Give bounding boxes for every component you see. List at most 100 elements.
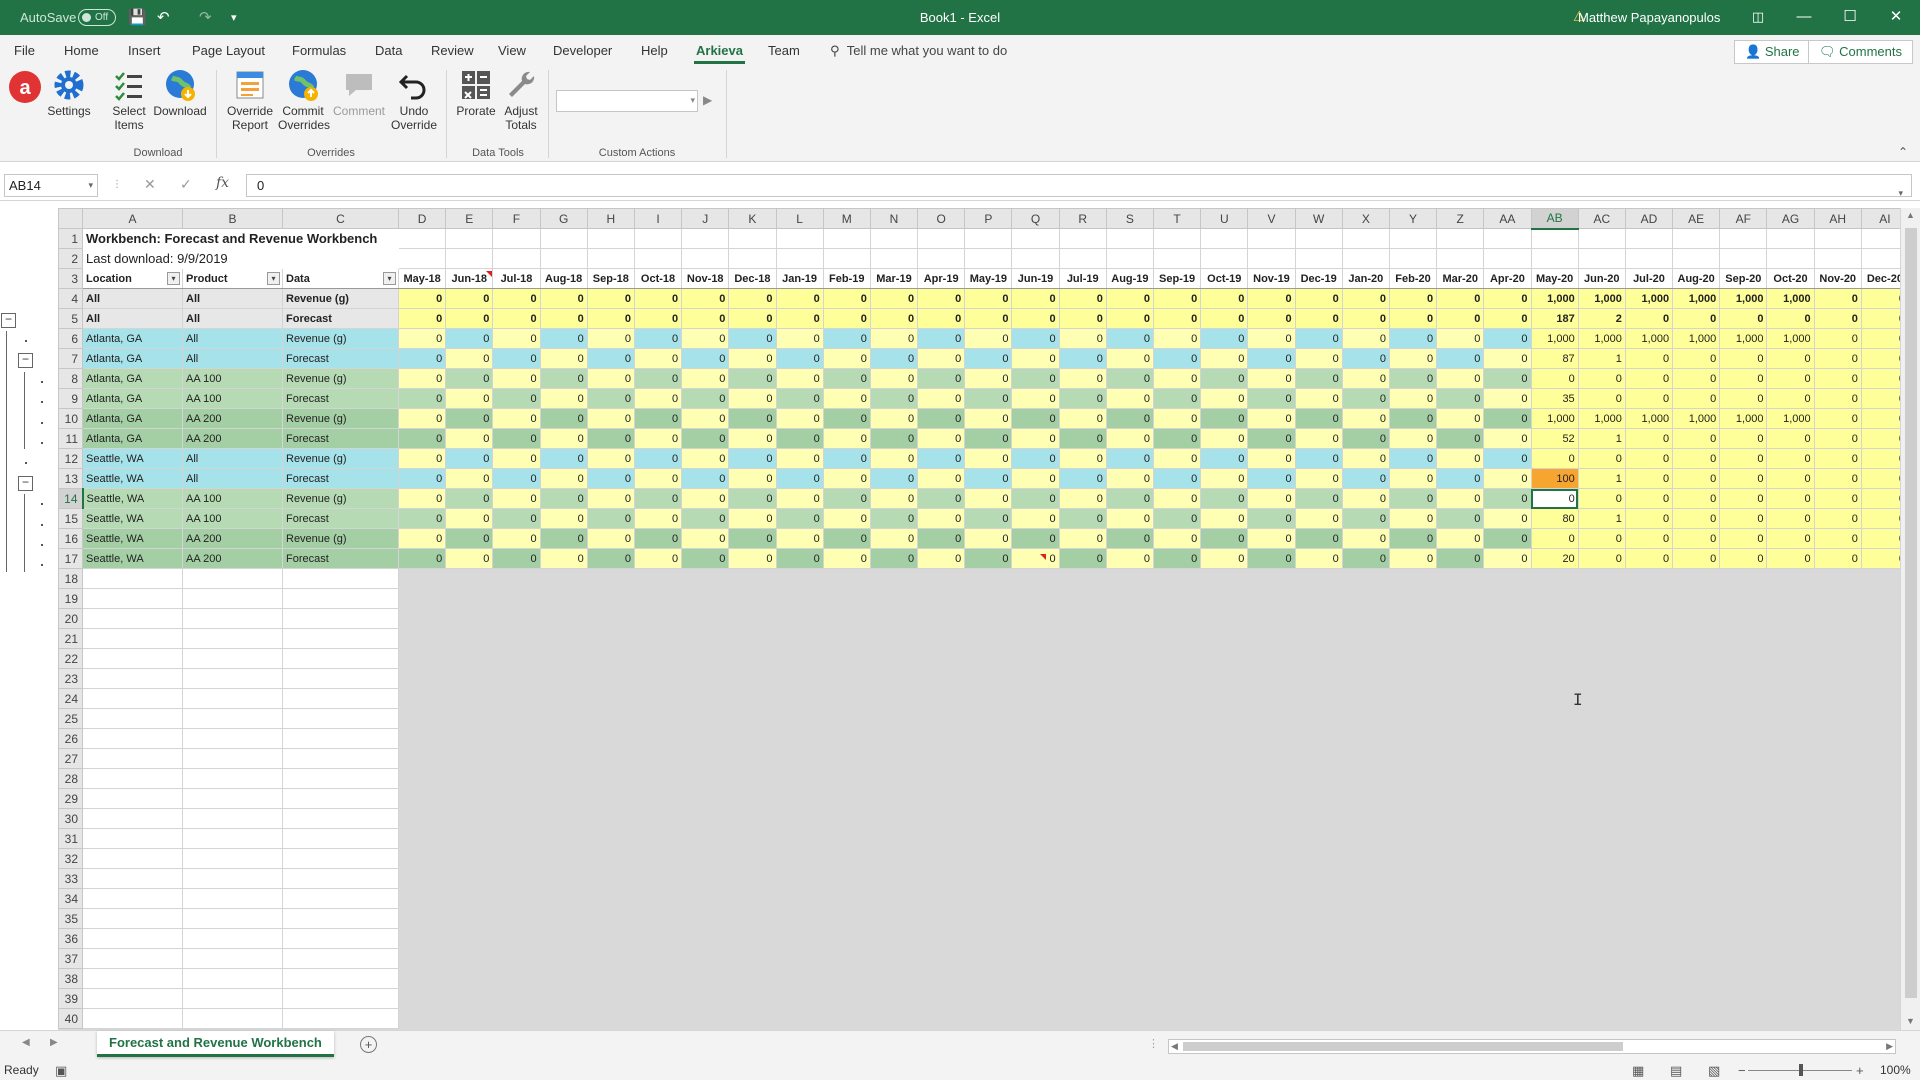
value-cell[interactable]: 0 xyxy=(633,308,683,329)
cell[interactable] xyxy=(1436,808,1485,829)
cell[interactable] xyxy=(1388,668,1438,689)
cell[interactable] xyxy=(1860,588,1900,609)
cell[interactable] xyxy=(1624,688,1674,709)
row-header[interactable]: 19 xyxy=(58,588,83,609)
cell[interactable] xyxy=(1624,828,1674,849)
value-cell[interactable]: 0 xyxy=(1200,308,1249,329)
value-cell[interactable]: 0 xyxy=(964,408,1013,429)
value-cell[interactable]: 0 xyxy=(1011,308,1060,329)
value-cell[interactable]: 0 xyxy=(1247,328,1296,349)
cell[interactable] xyxy=(1436,828,1485,849)
value-cell[interactable]: 0 xyxy=(397,428,447,449)
cell[interactable] xyxy=(282,588,399,609)
user-name[interactable]: Matthew Papayanopulos xyxy=(1578,10,1720,25)
value-cell[interactable]: 0 xyxy=(1766,368,1815,389)
value-cell[interactable]: 0 xyxy=(539,528,588,549)
cell[interactable] xyxy=(492,808,541,829)
column-header[interactable]: AH xyxy=(1813,208,1862,229)
cell[interactable] xyxy=(1341,848,1390,869)
cell[interactable] xyxy=(586,928,635,949)
cell[interactable] xyxy=(539,228,588,249)
value-cell[interactable]: 0 xyxy=(1247,428,1296,449)
cell[interactable] xyxy=(869,748,919,769)
cell[interactable] xyxy=(82,568,183,589)
value-cell[interactable]: 0 xyxy=(1200,428,1249,449)
cell[interactable] xyxy=(1200,628,1249,649)
cell[interactable] xyxy=(1341,788,1390,809)
data-type-cell[interactable]: Revenue (g) xyxy=(282,328,399,349)
value-cell[interactable]: 0 xyxy=(1672,508,1721,529)
cell[interactable] xyxy=(1200,608,1249,629)
cell[interactable] xyxy=(182,708,283,729)
cell[interactable] xyxy=(1105,928,1155,949)
cell[interactable] xyxy=(869,568,919,589)
undo-override-button[interactable]: Undo Override xyxy=(390,68,438,132)
cell[interactable] xyxy=(397,948,447,969)
value-cell[interactable]: 0 xyxy=(964,508,1013,529)
cell[interactable] xyxy=(681,608,730,629)
cell[interactable] xyxy=(681,948,730,969)
cell[interactable] xyxy=(1152,588,1202,609)
cell[interactable] xyxy=(1672,908,1721,929)
cell[interactable] xyxy=(1152,948,1202,969)
value-cell[interactable]: 0 xyxy=(1388,288,1438,309)
cell[interactable] xyxy=(917,948,966,969)
data-type-cell[interactable]: Revenue (g) xyxy=(282,488,399,509)
cell[interactable] xyxy=(1011,768,1060,789)
value-cell[interactable]: 0 xyxy=(1483,428,1532,449)
column-header[interactable]: AC xyxy=(1577,208,1626,229)
cell[interactable] xyxy=(1624,708,1674,729)
cell[interactable] xyxy=(1105,988,1155,1009)
cell[interactable] xyxy=(1341,828,1390,849)
cell[interactable] xyxy=(492,848,541,869)
column-header[interactable]: G xyxy=(539,208,588,229)
cell[interactable] xyxy=(586,748,635,769)
value-cell[interactable]: 1,000 xyxy=(1719,328,1768,349)
month-header[interactable]: Aug-20 xyxy=(1672,268,1721,289)
value-cell[interactable]: 0 xyxy=(1341,368,1390,389)
cell[interactable] xyxy=(775,748,824,769)
cell[interactable] xyxy=(681,648,730,669)
value-cell[interactable]: 0 xyxy=(1058,328,1107,349)
cell[interactable] xyxy=(182,888,283,909)
column-header[interactable]: T xyxy=(1152,208,1202,229)
cell[interactable] xyxy=(1058,228,1107,249)
cell[interactable] xyxy=(1341,568,1390,589)
cell[interactable] xyxy=(1152,688,1202,709)
value-cell[interactable]: 0 xyxy=(1200,548,1249,569)
value-cell[interactable]: 0 xyxy=(1011,548,1060,569)
cell[interactable] xyxy=(775,768,824,789)
cell[interactable] xyxy=(964,908,1013,929)
value-cell[interactable]: 0 xyxy=(728,388,777,409)
row-header[interactable]: 28 xyxy=(58,768,83,789)
value-cell[interactable]: 0 xyxy=(917,288,966,309)
cell[interactable] xyxy=(1247,628,1296,649)
value-cell[interactable]: 0 xyxy=(1105,468,1155,489)
cell[interactable] xyxy=(917,888,966,909)
cell[interactable] xyxy=(633,608,683,629)
value-cell[interactable]: 2 xyxy=(1577,308,1626,329)
cell[interactable] xyxy=(1672,708,1721,729)
value-cell[interactable]: 0 xyxy=(1011,388,1060,409)
cell[interactable] xyxy=(1200,848,1249,869)
value-cell[interactable]: 0 xyxy=(728,528,777,549)
value-cell[interactable]: 0 xyxy=(681,328,730,349)
macro-record-icon[interactable]: ▣ xyxy=(55,1063,67,1079)
cell[interactable] xyxy=(681,908,730,929)
cell[interactable] xyxy=(1388,608,1438,629)
cell[interactable] xyxy=(1436,888,1485,909)
cell[interactable] xyxy=(182,668,283,689)
value-cell[interactable]: 0 xyxy=(869,468,919,489)
value-cell[interactable]: 0 xyxy=(586,528,635,549)
value-cell[interactable]: 0 xyxy=(633,548,683,569)
tab-team[interactable]: Team xyxy=(768,43,800,58)
cell[interactable] xyxy=(633,848,683,869)
cell[interactable] xyxy=(1813,688,1862,709)
value-cell[interactable]: 0 xyxy=(633,448,683,469)
cell[interactable] xyxy=(869,628,919,649)
cell[interactable] xyxy=(728,968,777,989)
value-cell[interactable]: 0 xyxy=(1341,548,1390,569)
cell[interactable] xyxy=(1813,628,1862,649)
cell[interactable] xyxy=(1294,248,1343,269)
page-break-view-icon[interactable]: ▧ xyxy=(1708,1063,1720,1079)
